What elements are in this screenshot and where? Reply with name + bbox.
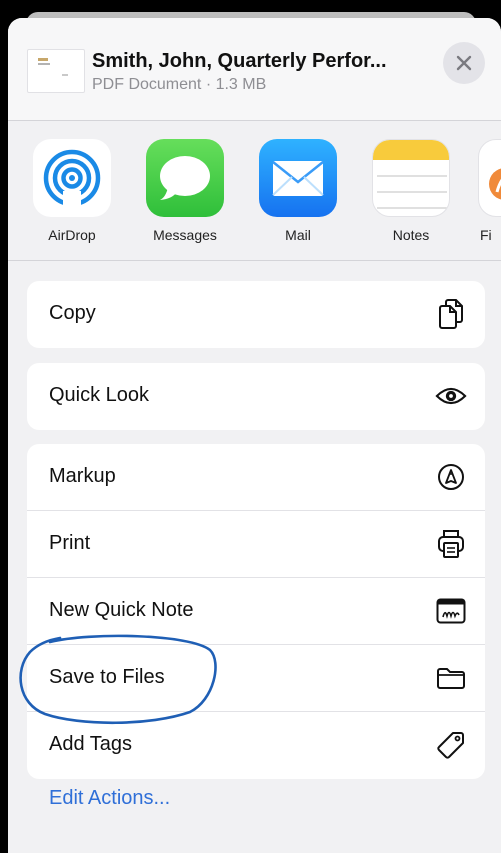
copy-icon bbox=[435, 298, 467, 330]
tag-icon bbox=[435, 729, 467, 761]
app-label: Messages bbox=[153, 227, 217, 243]
action-add-tags[interactable]: Add Tags bbox=[27, 712, 485, 779]
app-label: Mail bbox=[285, 227, 311, 243]
action-print[interactable]: Print bbox=[27, 511, 485, 578]
app-share-row: AirDrop Messages Mail Notes Fi bbox=[8, 121, 501, 261]
app-freeform[interactable]: Fi bbox=[478, 139, 501, 243]
action-label: Print bbox=[49, 532, 91, 554]
app-label: Fi bbox=[480, 227, 492, 243]
folder-icon bbox=[435, 662, 467, 694]
action-label: Copy bbox=[49, 302, 96, 324]
airdrop-icon bbox=[33, 139, 111, 217]
eye-icon bbox=[435, 380, 467, 412]
action-group-main: Markup Print New Quick Note Save to File… bbox=[27, 444, 485, 779]
edit-actions-link[interactable]: Edit Actions... bbox=[49, 787, 170, 810]
document-subtitle: PDF Document · 1.3 MB bbox=[92, 76, 267, 93]
close-button[interactable] bbox=[443, 42, 485, 84]
app-messages[interactable]: Messages bbox=[140, 139, 230, 243]
app-mail[interactable]: Mail bbox=[253, 139, 343, 243]
share-sheet: Smith, John, Quarterly Perfor... PDF Doc… bbox=[8, 18, 501, 853]
printer-icon bbox=[435, 528, 467, 560]
app-label: Notes bbox=[392, 227, 430, 243]
action-label: Add Tags bbox=[49, 733, 133, 755]
freeform-icon bbox=[478, 139, 501, 217]
action-label: Markup bbox=[49, 465, 116, 487]
action-copy[interactable]: Copy bbox=[27, 281, 485, 348]
document-title: Smith, John, Quarterly Perfor... bbox=[92, 50, 387, 72]
app-label: AirDrop bbox=[48, 227, 96, 243]
action-new-quick-note[interactable]: New Quick Note bbox=[27, 578, 485, 645]
notes-icon bbox=[372, 139, 450, 217]
action-quick-look[interactable]: Quick Look bbox=[27, 363, 485, 430]
app-airdrop[interactable]: AirDrop bbox=[27, 139, 117, 243]
action-markup[interactable]: Markup bbox=[27, 444, 485, 511]
messages-icon bbox=[146, 139, 224, 217]
action-label: Quick Look bbox=[49, 384, 150, 406]
action-label: Save to Files bbox=[49, 666, 165, 688]
share-header: Smith, John, Quarterly Perfor... PDF Doc… bbox=[8, 18, 501, 121]
action-save-to-files[interactable]: Save to Files bbox=[27, 645, 485, 712]
app-notes[interactable]: Notes bbox=[366, 139, 456, 243]
action-group-quicklook: Quick Look bbox=[27, 363, 485, 430]
close-icon bbox=[456, 55, 472, 71]
quick-note-icon bbox=[435, 595, 467, 627]
action-label: New Quick Note bbox=[49, 599, 194, 621]
mail-icon bbox=[259, 139, 337, 217]
document-thumbnail bbox=[27, 49, 85, 93]
markup-icon bbox=[435, 461, 467, 493]
action-group-copy: Copy bbox=[27, 281, 485, 348]
